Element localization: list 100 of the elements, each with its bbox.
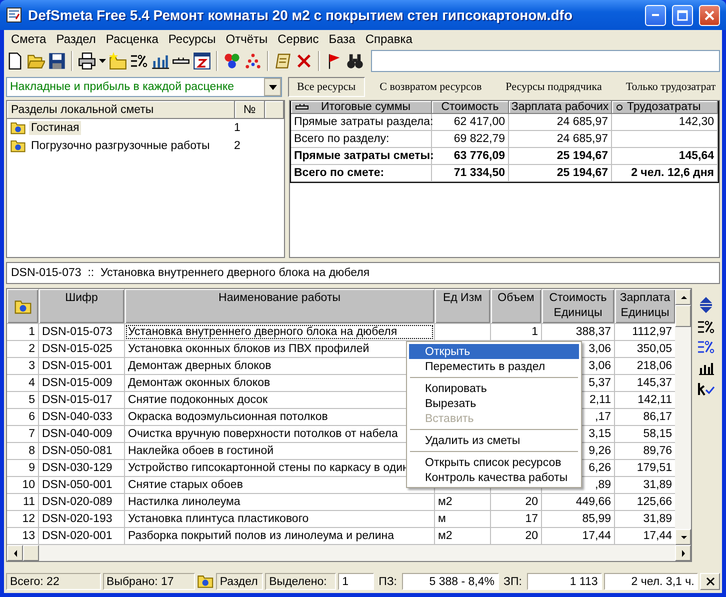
column-header[interactable]: №: [235, 101, 265, 119]
column-header[interactable]: Стоимость Единицы: [542, 289, 614, 323]
status-pz-label: ПЗ:: [378, 576, 398, 588]
menu-item[interactable]: Переместить в раздел: [409, 359, 579, 374]
table-cell-text: 145,37: [636, 376, 673, 391]
table-cell: Установка внутреннего дверного блока на дюбеля: [125, 324, 434, 340]
column-header-label: Итоговые суммы: [321, 101, 411, 113]
tab[interactable]: С возвратом ресурсов: [370, 77, 491, 97]
status-zp-label: ЗП:: [502, 576, 523, 588]
table-cell: 145,64: [612, 148, 718, 165]
menu-item[interactable]: Сервис: [272, 32, 324, 46]
column-header[interactable]: Зарплата рабочих: [509, 101, 612, 114]
table-cell-text: 1112,97: [631, 325, 673, 340]
table-cell-text: DSN-030-129: [41, 461, 114, 476]
column-header[interactable]: Наименование работы: [125, 289, 434, 323]
table-cell-text: 58,15: [642, 427, 673, 442]
table-cell-text: м2: [437, 495, 454, 510]
table-cell-text: DSN-020-089: [41, 495, 114, 510]
table-cell-text: DSN-015-001: [41, 359, 114, 374]
table-cell: 24 685,97: [509, 131, 612, 148]
menu-item[interactable]: Копировать: [409, 381, 579, 396]
menu-item[interactable]: Контроль качества работы: [409, 470, 579, 485]
table-cell-text: 17: [524, 512, 539, 527]
row-number: 11: [22, 495, 36, 510]
column-header[interactable]: Трудозатраты: [612, 101, 718, 114]
table-cell-text: 218,06: [636, 359, 673, 374]
table-cell-text: DSN-040-009: [41, 427, 114, 442]
column-header[interactable]: Разделы локальной сметы: [7, 101, 235, 119]
section-number: 1: [234, 122, 240, 134]
table-cell-text: 86,17: [642, 410, 673, 425]
table-cell-text: 1: [530, 325, 539, 340]
section-item[interactable]: Погрузочно разгрузочные работы: [29, 139, 212, 153]
row-number: 13: [21, 529, 36, 544]
table-cell-text: 179,51: [636, 461, 673, 476]
table-cell-text: 31,89: [642, 512, 673, 527]
row-number: 4: [28, 376, 36, 391]
table-cell: 2 чел. 12,6 дня: [612, 165, 718, 182]
row-number: 8: [28, 444, 36, 459]
table-cell-text: 31,89: [642, 478, 673, 493]
table-cell-text: м2: [437, 529, 454, 544]
table-cell: 69 822,79: [432, 131, 509, 148]
table-cell-text: DSN-015-017: [41, 393, 114, 408]
row-number: 12: [21, 512, 36, 527]
tab[interactable]: Все ресурсы: [288, 77, 365, 97]
table-cell-text: Наклейка обоев в гостиной: [127, 444, 275, 459]
table-cell-text: 125,66: [636, 495, 673, 510]
table-cell-text: 20: [524, 529, 539, 544]
table-cell-text: 3,06: [588, 342, 612, 357]
row-label: Всего по разделу:: [291, 131, 432, 148]
menu-item[interactable]: Справка: [360, 32, 418, 46]
table-cell-text: 9,26: [588, 444, 612, 459]
status-highlighted-value: 1: [338, 573, 374, 590]
column-header[interactable]: Объем: [491, 289, 541, 323]
table-cell: 63 776,09: [432, 148, 509, 165]
row-label: Всего по смете:: [291, 165, 432, 182]
row-number: 6: [28, 410, 36, 425]
table-cell-text: Настилка линолеума: [127, 495, 242, 510]
window-title: DefSmeta Free 5.4 Ремонт комнаты 20 м2 с покрытием стен гипсокартоном.dfo: [28, 7, 574, 23]
status-labor-value: 2 чел. 3,1 ч.: [604, 573, 698, 590]
row-number: 5: [28, 393, 36, 408]
row-number: 1: [28, 325, 36, 340]
column-header-label: Трудозатраты: [627, 101, 701, 113]
tab[interactable]: Только трудозатрат: [616, 77, 720, 97]
row-number: 3: [28, 359, 36, 374]
table-cell-text: 17,44: [642, 529, 673, 544]
row-number: 2: [28, 342, 36, 357]
table-cell-text: 17,44: [581, 529, 612, 544]
row-label: Прямые затраты сметы:: [291, 148, 432, 165]
status-selected-count: Выбрано: 17: [102, 573, 196, 590]
menu-item[interactable]: Ресурсы: [163, 32, 221, 46]
table-cell-text: Разборка покрытий полов из линолеума и релина: [127, 529, 396, 544]
menu-item[interactable]: Открыть: [409, 344, 579, 359]
status-total: Всего: 22: [6, 573, 101, 590]
tab[interactable]: Ресурсы подрядчика: [496, 77, 611, 97]
column-header[interactable]: Шифр: [39, 289, 124, 323]
menu-item[interactable]: Расценка: [100, 32, 164, 46]
row-number: 10: [21, 478, 36, 493]
table-cell: 25 194,67: [509, 148, 612, 165]
menu-item[interactable]: Открыть список ресурсов: [409, 455, 579, 470]
table-cell-text: 20: [524, 495, 539, 510]
menu-item[interactable]: Отчёты: [220, 32, 273, 46]
column-header[interactable]: Ед Изм: [435, 289, 490, 323]
table-cell-text: DSN-015-073: [41, 325, 114, 340]
table-cell-text: DSN-040-033: [41, 410, 114, 425]
menu-item[interactable]: Вырезать: [409, 396, 579, 411]
table-cell-text: DSN-050-001: [41, 478, 114, 493]
section-item[interactable]: Гостиная: [29, 121, 82, 135]
column-header[interactable]: Зарплата Единицы: [615, 289, 675, 323]
column-header[interactable]: Стоимость: [432, 101, 509, 114]
status-pz-value: 5 388 - 8,4%: [402, 573, 498, 590]
table-cell-text: DSN-020-193: [41, 512, 114, 527]
menu-item[interactable]: Раздел: [51, 32, 101, 46]
menu-item[interactable]: База: [324, 32, 360, 46]
menu-item[interactable]: Удалить из сметы: [409, 433, 579, 448]
section-number: 2: [234, 140, 240, 152]
overhead-dropdown[interactable]: Накладные и прибыль в каждой расценке: [6, 77, 282, 97]
menu-item[interactable]: Смета: [6, 32, 52, 46]
table-cell-text: DSN-050-081: [41, 444, 114, 459]
table-cell-text: м: [437, 512, 447, 527]
column-header[interactable]: Итоговые суммы: [291, 101, 432, 114]
